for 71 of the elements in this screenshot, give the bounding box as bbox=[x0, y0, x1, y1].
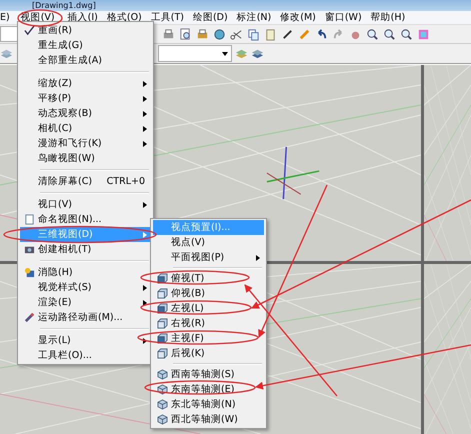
submenu-arrow-icon bbox=[143, 140, 147, 146]
submenu-arrow-icon bbox=[143, 126, 147, 132]
submenu-arrow-icon bbox=[256, 254, 260, 260]
menu-item[interactable]: 运动路径动画(M)... bbox=[20, 310, 151, 325]
menu-item[interactable]: 西北等轴测(W) bbox=[153, 412, 264, 427]
undo-arrow-icon[interactable] bbox=[315, 28, 328, 40]
palette-icon[interactable] bbox=[417, 28, 430, 40]
menu-item[interactable]: 相机(C) bbox=[20, 121, 151, 136]
menu-item[interactable]: 全部重生成(A) bbox=[20, 53, 151, 68]
menu-item[interactable]: 俯视(T) bbox=[153, 271, 264, 286]
menu-bar-item[interactable]: 视图(V) bbox=[18, 12, 58, 24]
menu-bar-item[interactable]: 工具(T) bbox=[148, 12, 187, 24]
zoom-icon[interactable] bbox=[383, 28, 396, 40]
printer-icon[interactable] bbox=[196, 28, 209, 40]
menu-item[interactable]: 仰视(B) bbox=[153, 286, 264, 301]
check-icon bbox=[24, 25, 34, 36]
cube-icon bbox=[156, 318, 168, 329]
menu-item[interactable]: 平移(P) bbox=[20, 91, 151, 106]
isometric-cube-icon bbox=[156, 384, 168, 395]
menu-bar-item[interactable]: 绘图(D) bbox=[190, 12, 231, 24]
submenu-arrow-icon bbox=[143, 202, 147, 208]
menu-item[interactable]: 重生成(G) bbox=[20, 38, 151, 53]
menu-bar-item[interactable]: 标注(N) bbox=[234, 12, 274, 24]
cube-icon bbox=[156, 348, 168, 359]
isometric-cube-icon bbox=[156, 414, 168, 425]
menu-item[interactable]: 消隐(H) bbox=[20, 265, 151, 280]
menu-item[interactable]: 视口(V) bbox=[20, 197, 151, 212]
isometric-cube-icon bbox=[156, 369, 168, 380]
cube-ball-icon bbox=[24, 267, 34, 278]
menu-item[interactable]: 东南等轴测(E) bbox=[153, 382, 264, 397]
menu-item[interactable]: 创建相机(T) bbox=[20, 242, 151, 257]
menu-bar-item[interactable]: E) bbox=[0, 12, 13, 24]
menu-item[interactable]: 后视(K) bbox=[153, 346, 264, 361]
isometric-cube-icon bbox=[156, 399, 168, 410]
submenu-arrow-icon bbox=[143, 80, 147, 86]
menu-bar-item[interactable]: 插入(I) bbox=[64, 12, 101, 24]
menu-item[interactable]: 清除屏幕(C) CTRL+0 bbox=[20, 174, 151, 189]
pages-icon[interactable] bbox=[247, 28, 260, 40]
scissors-icon[interactable] bbox=[230, 28, 243, 40]
printer-icon[interactable] bbox=[162, 28, 175, 40]
menu-bar-item[interactable]: 格式(O) bbox=[104, 12, 145, 24]
menu-item[interactable]: 主视(F) bbox=[153, 331, 264, 346]
page-magnifier-icon[interactable] bbox=[179, 28, 192, 40]
menu-item[interactable]: 工具栏(O)... bbox=[20, 348, 151, 363]
menu-item[interactable]: 东北等轴测(N) bbox=[153, 397, 264, 412]
menu-item[interactable]: 动态观察(B) bbox=[20, 106, 151, 121]
shortcut-label: CTRL+0 bbox=[106, 176, 145, 187]
menu-item[interactable]: 命名视图(N)... bbox=[20, 212, 151, 227]
dropdown-field[interactable] bbox=[158, 45, 232, 62]
menu-item[interactable]: 视点(V) bbox=[153, 235, 264, 250]
menu-item[interactable]: 漫游和飞行(K) bbox=[20, 136, 151, 151]
annotation-ellipse bbox=[17, 9, 63, 27]
menu-item[interactable]: 平面视图(P) bbox=[153, 250, 264, 265]
menu-item[interactable]: 鸟瞰视图(W) bbox=[20, 151, 151, 166]
layers-icon[interactable] bbox=[251, 47, 264, 60]
window-title: [Drawing1.dwg] bbox=[32, 0, 96, 10]
menu-item[interactable]: 左视(L) bbox=[153, 301, 264, 316]
zoom-icon[interactable] bbox=[366, 28, 379, 40]
menu-item[interactable]: 西南等轴测(S) bbox=[153, 367, 264, 382]
submenu-arrow-icon bbox=[143, 96, 147, 102]
toolbar-field[interactable] bbox=[0, 26, 18, 42]
menu-item[interactable]: 缩放(Z) bbox=[20, 76, 151, 91]
cube-icon bbox=[156, 288, 168, 299]
document-icon bbox=[24, 214, 34, 225]
submenu-arrow-icon bbox=[143, 110, 147, 116]
menu-bar-item[interactable]: 窗口(W) bbox=[322, 12, 365, 24]
menu-item[interactable]: 右视(R) bbox=[153, 316, 264, 331]
zoom-icon[interactable] bbox=[400, 28, 413, 40]
menu-bar-item[interactable]: 修改(M) bbox=[277, 12, 319, 24]
menu-bar-item[interactable]: 帮助(H) bbox=[368, 12, 408, 24]
camera-icon bbox=[24, 244, 34, 255]
